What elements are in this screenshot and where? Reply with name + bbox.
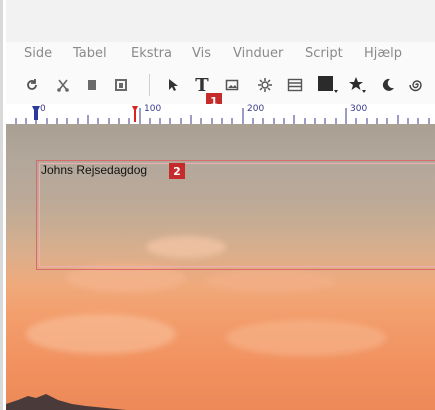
image-tool-icon[interactable]	[223, 76, 241, 94]
menu-item-tabel[interactable]: Tabel	[73, 46, 107, 61]
menu-item-hjaelp[interactable]: Hjælp	[364, 46, 402, 61]
menu-item-vinduer[interactable]: Vinduer	[233, 46, 283, 61]
menu-item-ekstra[interactable]: Ekstra	[131, 46, 172, 61]
menu-item-vis[interactable]: Vis	[192, 46, 211, 61]
title-bar	[6, 0, 435, 42]
gear-icon[interactable]	[256, 76, 274, 94]
app-window: Side Tabel Ekstra Vis Vinduer Script Hjæ…	[0, 0, 435, 410]
text-tool-icon[interactable]: T	[193, 75, 211, 96]
select-arrow-icon[interactable]	[163, 76, 181, 94]
table-icon[interactable]	[286, 76, 304, 94]
moon-icon[interactable]	[379, 76, 397, 94]
cut-icon[interactable]	[54, 76, 72, 94]
cloud-shape	[26, 314, 176, 354]
ruler-label-100: 100	[144, 104, 162, 114]
menu-item-script[interactable]: Script	[305, 46, 343, 61]
text-frame-inner-border	[39, 163, 435, 267]
ruler-label-200: 200	[247, 104, 265, 114]
ruler-label-300: 300	[350, 104, 368, 114]
ruler-label-0: 0	[40, 104, 46, 114]
text-frame-content[interactable]: Johns Rejsedagdog	[41, 163, 147, 177]
cloud-shape	[226, 320, 386, 356]
menu-bar: Side Tabel Ekstra Vis Vinduer Script Hjæ…	[6, 42, 435, 66]
callout-badge-2: 2	[169, 163, 185, 179]
mountain-silhouette	[6, 394, 126, 410]
paste-icon[interactable]	[112, 76, 130, 94]
ruler-indent-marker[interactable]	[132, 106, 138, 122]
star-icon[interactable]	[348, 76, 368, 94]
toolbar-separator	[149, 74, 150, 96]
spiral-icon[interactable]	[408, 76, 426, 94]
copy-icon[interactable]	[83, 76, 101, 94]
ruler-left-margin-marker[interactable]	[32, 106, 40, 120]
ruler-ticks	[15, 106, 430, 124]
menu-item-side[interactable]: Side	[24, 46, 52, 61]
horizontal-ruler: 0 100 200 300	[6, 104, 435, 125]
shape-fill-icon[interactable]	[317, 76, 339, 94]
cloud-shape	[206, 270, 336, 292]
refresh-icon[interactable]	[23, 76, 41, 94]
